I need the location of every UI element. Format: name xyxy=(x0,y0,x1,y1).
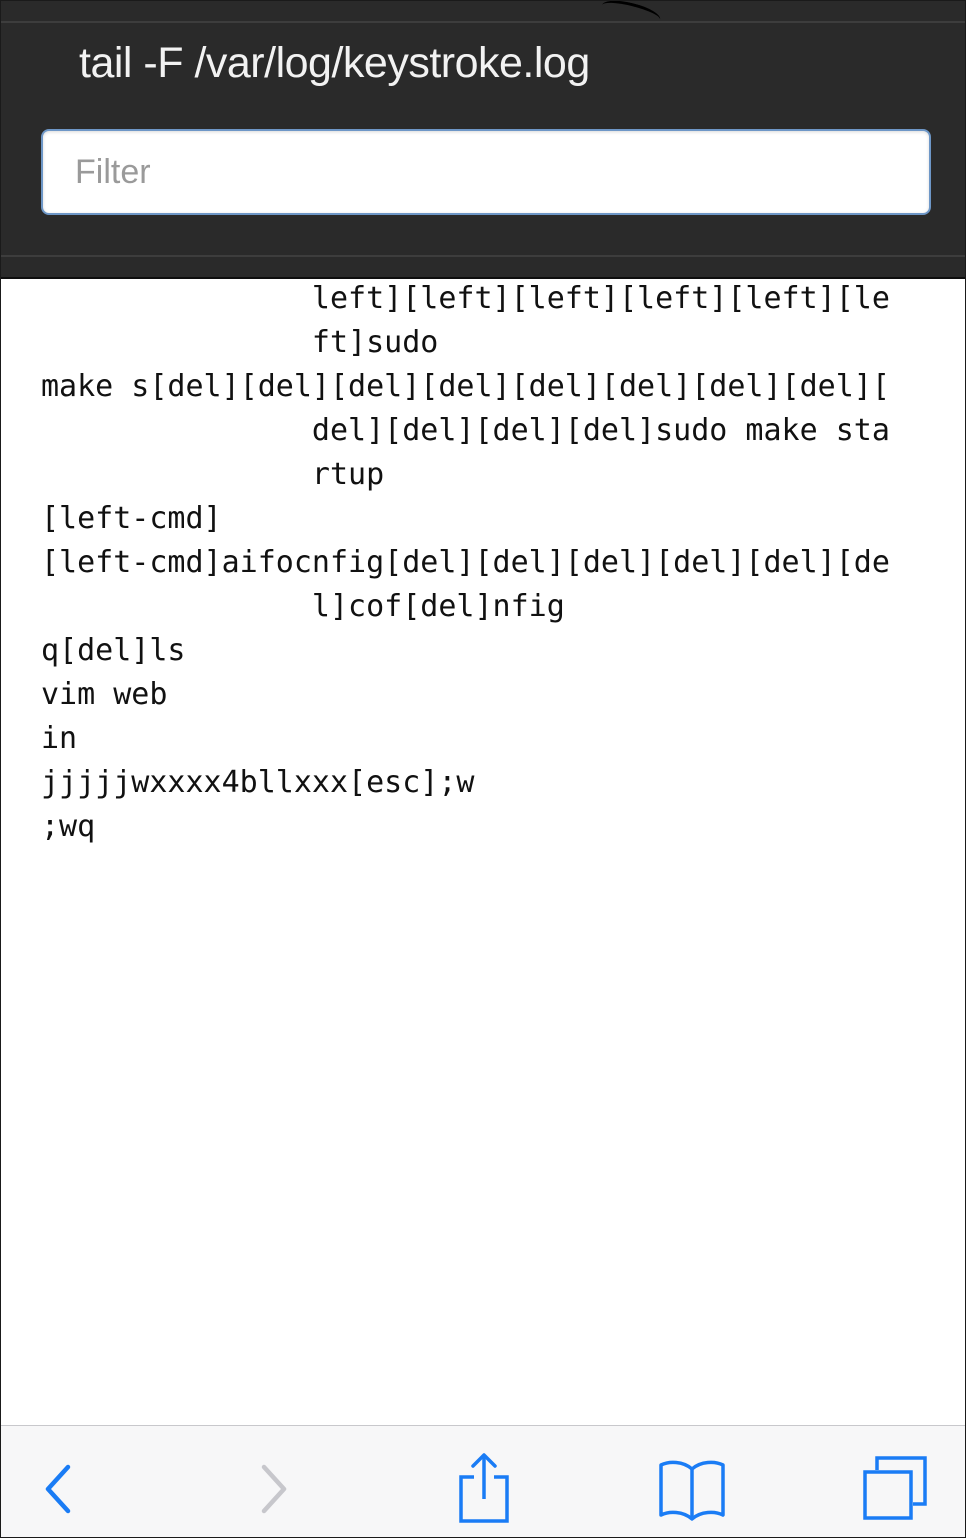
log-line: l]cof[del]nfig xyxy=(41,589,565,624)
keystroke-log: left][left][left][left][left][le ft]sudo… xyxy=(1,279,965,1425)
forward-button[interactable] xyxy=(229,1444,319,1534)
log-line: jjjjjwxxxx4bllxxx[esc];w xyxy=(41,765,475,800)
log-line: in xyxy=(41,721,78,756)
log-line: [left-cmd]aifocnfig[del][del][del][del][… xyxy=(41,545,890,580)
share-button[interactable] xyxy=(439,1444,529,1534)
log-line: del][del][del][del]sudo make sta xyxy=(41,413,890,448)
browser-frame: tail -F /var/log/keystroke.log left][lef… xyxy=(0,0,966,1538)
forward-chevron-icon xyxy=(261,1464,287,1514)
log-line: left][left][left][left][left][le xyxy=(41,281,890,316)
tabs-button[interactable] xyxy=(851,1444,941,1534)
log-line: vim web xyxy=(41,677,168,712)
log-line: [left-cmd] xyxy=(41,501,222,536)
header-divider-bottom xyxy=(1,255,965,257)
page-header: tail -F /var/log/keystroke.log xyxy=(1,1,965,279)
filter-input[interactable] xyxy=(41,129,931,215)
back-chevron-icon xyxy=(45,1464,71,1514)
log-line: q[del]ls xyxy=(41,633,186,668)
header-divider-top xyxy=(1,21,965,23)
bookmarks-book-icon xyxy=(659,1460,725,1521)
bookmarks-button[interactable] xyxy=(647,1444,737,1534)
browser-toolbar xyxy=(1,1425,965,1537)
log-line: rtup xyxy=(41,457,385,492)
back-button[interactable] xyxy=(13,1444,103,1534)
curled-edge-decoration xyxy=(599,1,663,29)
log-line: ;wq xyxy=(41,809,96,844)
tabs-icon xyxy=(863,1456,927,1520)
log-line: make s[del][del][del][del][del][del][del… xyxy=(41,369,890,404)
log-line: ft]sudo xyxy=(41,325,439,360)
page-title: tail -F /var/log/keystroke.log xyxy=(79,39,590,87)
share-icon xyxy=(459,1453,509,1523)
